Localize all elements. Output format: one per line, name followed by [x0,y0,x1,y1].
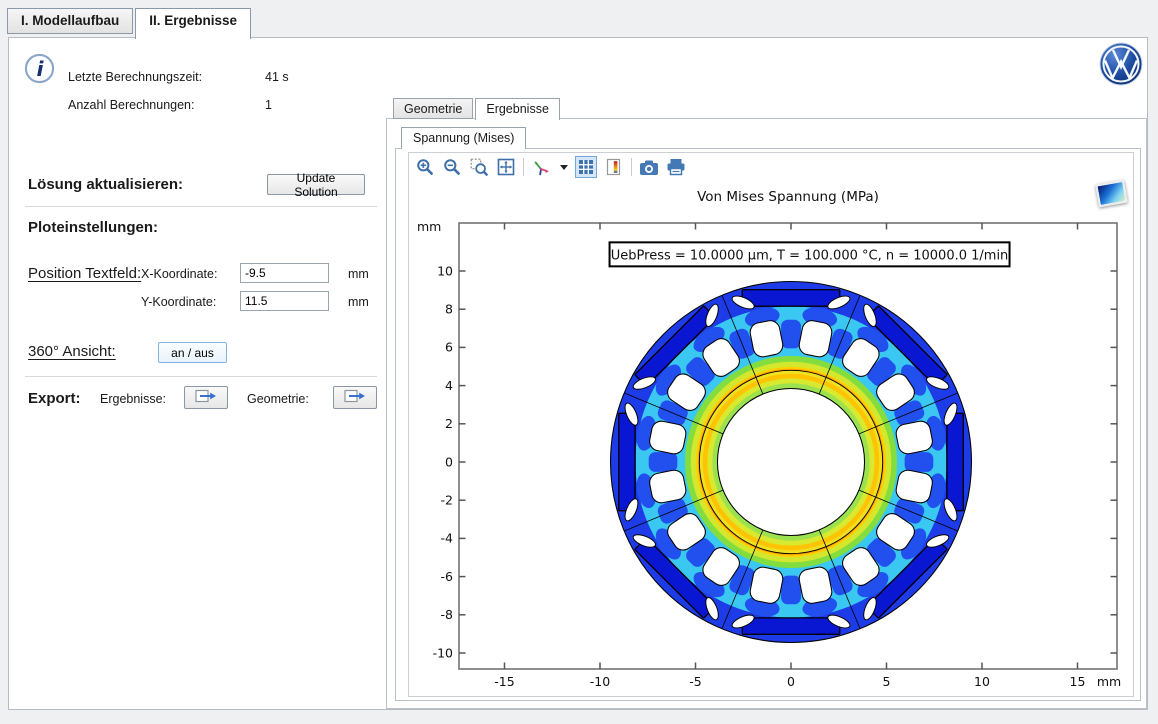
x-tick-label: -5 [689,674,701,689]
tab-ergebnisse-view[interactable]: Ergebnisse [475,98,560,120]
y-tick-label: 6 [445,340,453,355]
export-icon [344,389,367,407]
x-coordinate-input[interactable] [240,263,329,283]
zoom-extents-icon[interactable] [496,157,516,177]
plot-settings-heading: Ploteinstellungen: [28,219,158,236]
export-geometry-button[interactable] [333,386,377,409]
x-tick-label: 5 [883,674,891,689]
x-coordinate-label: X-Koordinate: [141,267,217,281]
y-axis-unit: mm [417,219,441,234]
view-tabbar: Geometrie Ergebnisse [393,98,560,120]
x-tick-label: 0 [787,674,795,689]
y-tick-label: 2 [445,416,453,431]
dropdown-caret-icon[interactable] [560,165,568,170]
x-tick-label: -10 [590,674,610,689]
plot-title: Von Mises Spannung (MPa) [697,189,879,205]
export-heading: Export: [28,390,81,407]
computation-count-value: 1 [265,98,272,112]
plot-tabbar: Spannung (Mises) [401,127,526,149]
color-legend-icon[interactable] [604,157,624,177]
rotor-surface [611,282,972,643]
y-coordinate-label: Y-Koordinate: [141,295,216,309]
grid-icon[interactable] [575,156,597,178]
tab-ergebnisse[interactable]: II. Ergebnisse [135,8,251,39]
info-icon: i [24,53,55,84]
view-360-toggle-button[interactable]: an / aus [158,342,227,363]
last-computation-value: 41 s [265,70,289,84]
annotation-text: UebPress = 10.0000 µm, T = 100.000 °C, n… [611,248,1009,263]
mises-stress-plot[interactable]: Von Mises Spannung (MPa) UebPress = 10.00… [409,153,1135,698]
export-results-button[interactable] [184,386,228,409]
computation-count-label: Anzahl Berechnungen: [68,98,194,112]
printer-icon[interactable] [666,157,686,177]
update-solution-button[interactable]: Update Solution [267,174,365,195]
y-tick-label: 4 [445,378,453,393]
graphics-toolbar [415,155,692,179]
view-360-label: 360° Ansicht: [28,343,116,360]
x-tick-label: 10 [974,674,990,689]
tab-spannung-mises[interactable]: Spannung (Mises) [401,127,526,149]
update-solution-label: Lösung aktualisieren: [28,176,183,193]
x-axis-unit: mm [1097,674,1121,689]
app-window: { "window": { "tabs": [ {"label": "I. Mo… [0,0,1158,724]
y-tick-label: -8 [441,607,454,622]
vw-logo [1099,42,1143,86]
y-tick-label: -2 [441,493,453,508]
y-tick-label: -4 [441,531,454,546]
y-tick-label: -6 [441,569,454,584]
export-icon [195,389,218,407]
zoom-box-icon[interactable] [469,157,489,177]
toolbar-separator [631,158,632,176]
position-textfield-label: Position Textfeld: [28,265,141,282]
export-results-label: Ergebnisse: [100,392,166,406]
zoom-out-icon[interactable] [442,157,462,177]
y-unit-label: mm [348,295,369,309]
axes-orientation-icon[interactable] [531,157,551,177]
graphics-area[interactable]: Von Mises Spannung (MPa) UebPress = 10.00… [408,152,1134,697]
toolbar-separator [523,158,524,176]
y-coordinate-input[interactable] [240,291,329,311]
tab-modellaufbau[interactable]: I. Modellaufbau [7,8,133,34]
main-tabbar: I. Modellaufbau II. Ergebnisse [7,8,251,39]
svg-text:i: i [37,57,45,81]
tab-geometrie[interactable]: Geometrie [393,98,473,119]
y-tick-label: 10 [437,263,453,278]
camera-icon[interactable] [639,157,659,177]
y-tick-label: 8 [445,302,453,317]
divider [25,206,377,207]
export-geometry-label: Geometrie: [247,392,309,406]
y-tick-label: 0 [445,454,453,469]
zoom-in-icon[interactable] [415,157,435,177]
divider [25,376,377,377]
x-tick-label: -15 [494,674,514,689]
x-tick-label: 15 [1070,674,1086,689]
x-unit-label: mm [348,267,369,281]
last-computation-label: Letzte Berechnungszeit: [68,70,202,84]
y-tick-label: -10 [433,645,453,660]
